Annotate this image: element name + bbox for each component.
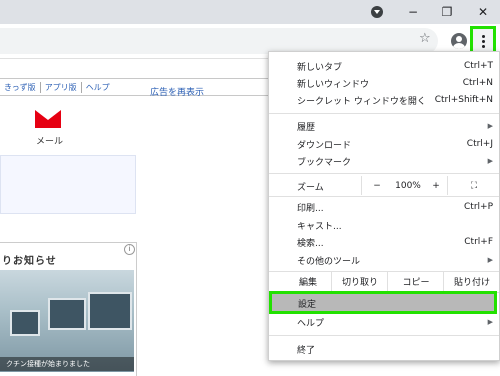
chrome-main-menu: 新しいタブ Ctrl+T 新しいウィンドウ Ctrl+N シークレット ウィンドウを… (268, 51, 500, 361)
menu-item-more-tools[interactable]: その他のツール ▶ (269, 251, 499, 269)
minimize-button[interactable]: − (396, 0, 430, 24)
zoom-row: ズーム − 100% + ⛶ (269, 176, 499, 195)
menu-item-label: 新しいウィンドウ (297, 79, 370, 90)
zoom-out-button[interactable]: − (361, 176, 392, 195)
edit-label: 編集 (298, 278, 317, 288)
menu-item-label: シークレット ウィンドウを開く (297, 96, 426, 107)
zoom-label: ズーム (297, 183, 324, 193)
three-dots-icon (481, 34, 485, 48)
maximize-button[interactable]: ❐ (430, 0, 464, 24)
menu-shortcut: Ctrl+F (464, 237, 493, 247)
submenu-arrow-icon: ▶ (487, 318, 493, 326)
paste-button[interactable]: 貼り付け (443, 272, 500, 291)
page-link-bar: きっず版 アプリ版 ヘルプ (0, 78, 268, 96)
monitor-shape (48, 298, 86, 330)
menu-item-label: ヘルプ (297, 318, 325, 329)
submenu-arrow-icon: ▶ (487, 122, 493, 130)
menu-shortcut: Ctrl+J (466, 139, 493, 149)
title-bar: − ❐ ✕ (0, 0, 500, 24)
mail-label[interactable]: メール (36, 134, 63, 147)
menu-item-history[interactable]: 履歴 ▶ (269, 117, 499, 135)
link-help[interactable]: ヘルプ (80, 81, 114, 93)
menu-item-settings[interactable]: 設定 (269, 291, 497, 314)
menu-shortcut: Ctrl+N (462, 78, 493, 88)
show-ads-link[interactable]: 広告を再表示 (150, 85, 204, 98)
menu-item-help[interactable]: ヘルプ ▶ (269, 313, 499, 331)
link-kids[interactable]: きっず版 (0, 82, 40, 93)
menu-item-label: ダウンロード (297, 140, 352, 151)
link-app[interactable]: アプリ版 (39, 81, 81, 93)
menu-item-cast[interactable]: キャスト... (269, 216, 499, 234)
menu-divider (269, 173, 499, 174)
menu-item-exit[interactable]: 終了 (269, 340, 499, 358)
menu-item-find[interactable]: 検索... Ctrl+F (269, 233, 499, 251)
notice-caption: クチン接種が始まりました (0, 357, 134, 371)
submenu-arrow-icon: ▶ (487, 256, 493, 264)
menu-shortcut: Ctrl+Shift+N (434, 95, 493, 105)
monitor-shape (10, 310, 40, 336)
notice-panel: りお知らせ i クチン接種が始まりました (0, 242, 137, 376)
menu-item-label: その他のツール (297, 256, 361, 267)
menu-item-bookmarks[interactable]: ブックマーク ▶ (269, 152, 499, 170)
profile-menu-icon[interactable] (371, 6, 383, 18)
bookmark-star-icon[interactable]: ☆ (419, 31, 431, 46)
menu-divider (269, 335, 499, 336)
edit-row: 編集 切り取り コピー 貼り付け (269, 272, 499, 291)
copy-button[interactable]: コピー (387, 272, 444, 291)
menu-item-print[interactable]: 印刷... Ctrl+P (269, 198, 499, 216)
login-panel (0, 155, 136, 214)
fullscreen-icon[interactable]: ⛶ (447, 176, 500, 195)
menu-item-label: 終了 (297, 345, 316, 356)
menu-item-new-window[interactable]: 新しいウィンドウ Ctrl+N (269, 74, 499, 92)
menu-item-label: 履歴 (297, 122, 316, 133)
submenu-arrow-icon: ▶ (487, 157, 493, 165)
notice-title: りお知らせ (2, 256, 57, 267)
cut-button[interactable]: 切り取り (331, 272, 388, 291)
ad-info-icon[interactable]: i (124, 244, 135, 255)
menu-item-downloads[interactable]: ダウンロード Ctrl+J (269, 135, 499, 153)
menu-shortcut: Ctrl+P (464, 202, 493, 212)
mail-icon[interactable] (35, 110, 61, 128)
close-button[interactable]: ✕ (466, 0, 500, 24)
zoom-in-button[interactable]: + (425, 176, 447, 195)
menu-item-label: 検索... (297, 238, 324, 249)
menu-item-label: キャスト... (297, 221, 342, 232)
menu-divider (269, 196, 499, 197)
menu-item-label: ブックマーク (297, 157, 352, 168)
menu-item-label: 新しいタブ (297, 62, 343, 73)
monitor-shape (88, 292, 132, 330)
menu-item-incognito[interactable]: シークレット ウィンドウを開く Ctrl+Shift+N (269, 91, 499, 109)
menu-shortcut: Ctrl+T (463, 61, 493, 71)
zoom-level: 100% (395, 180, 421, 191)
menu-item-new-tab[interactable]: 新しいタブ Ctrl+T (269, 57, 499, 75)
menu-item-label: 設定 (298, 300, 317, 310)
menu-divider (269, 113, 499, 114)
menu-item-label: 印刷... (297, 203, 324, 214)
account-avatar-icon[interactable] (451, 33, 467, 49)
